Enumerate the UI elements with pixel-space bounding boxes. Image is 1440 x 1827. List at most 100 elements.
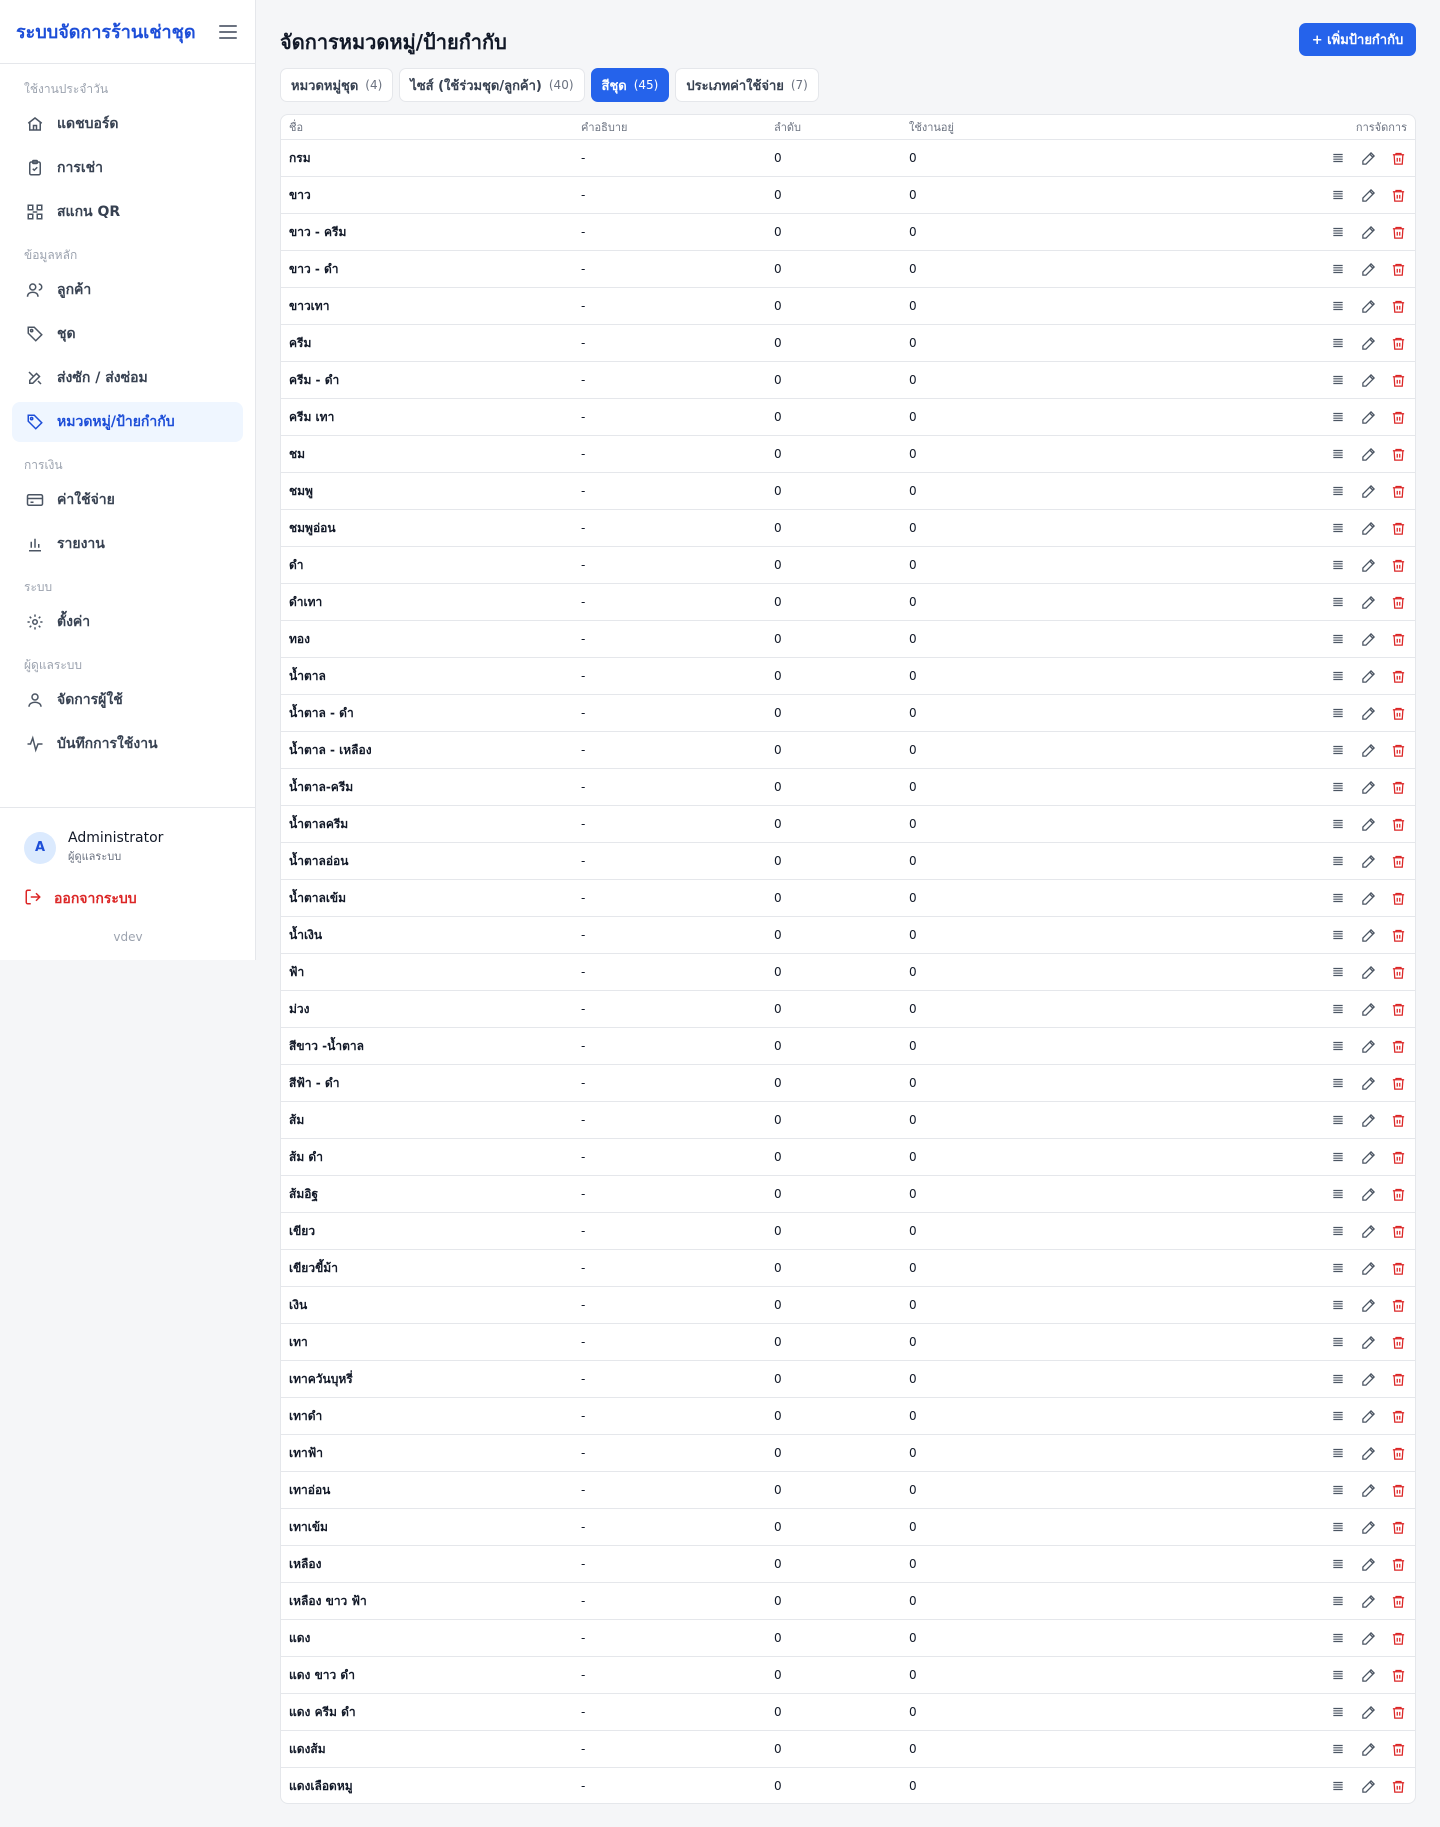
edit-icon[interactable] bbox=[1359, 1481, 1377, 1499]
drag-handle-icon[interactable] bbox=[1329, 593, 1347, 611]
edit-icon[interactable] bbox=[1359, 1629, 1377, 1647]
drag-handle-icon[interactable] bbox=[1329, 1629, 1347, 1647]
sidebar-item-scan-qr[interactable]: สแกน QR bbox=[12, 192, 243, 232]
drag-handle-icon[interactable] bbox=[1329, 1296, 1347, 1314]
drag-handle-icon[interactable] bbox=[1329, 1703, 1347, 1721]
delete-icon[interactable] bbox=[1389, 630, 1407, 648]
edit-icon[interactable] bbox=[1359, 926, 1377, 944]
delete-icon[interactable] bbox=[1389, 408, 1407, 426]
drag-handle-icon[interactable] bbox=[1329, 889, 1347, 907]
delete-icon[interactable] bbox=[1389, 963, 1407, 981]
delete-icon[interactable] bbox=[1389, 1259, 1407, 1277]
edit-icon[interactable] bbox=[1359, 223, 1377, 241]
drag-handle-icon[interactable] bbox=[1329, 223, 1347, 241]
delete-icon[interactable] bbox=[1389, 1444, 1407, 1462]
edit-icon[interactable] bbox=[1359, 593, 1377, 611]
edit-icon[interactable] bbox=[1359, 1074, 1377, 1092]
drag-handle-icon[interactable] bbox=[1329, 815, 1347, 833]
drag-handle-icon[interactable] bbox=[1329, 926, 1347, 944]
drag-handle-icon[interactable] bbox=[1329, 371, 1347, 389]
delete-icon[interactable] bbox=[1389, 186, 1407, 204]
sidebar-item-settings[interactable]: ตั้งค่า bbox=[12, 602, 243, 642]
edit-icon[interactable] bbox=[1359, 482, 1377, 500]
delete-icon[interactable] bbox=[1389, 445, 1407, 463]
sidebar-item-rentals[interactable]: การเช่า bbox=[12, 148, 243, 188]
delete-icon[interactable] bbox=[1389, 1222, 1407, 1240]
edit-icon[interactable] bbox=[1359, 1333, 1377, 1351]
drag-handle-icon[interactable] bbox=[1329, 963, 1347, 981]
delete-icon[interactable] bbox=[1389, 1148, 1407, 1166]
logout-button[interactable]: ออกจากระบบ bbox=[24, 888, 137, 910]
edit-icon[interactable] bbox=[1359, 1444, 1377, 1462]
delete-icon[interactable] bbox=[1389, 1740, 1407, 1758]
delete-icon[interactable] bbox=[1389, 852, 1407, 870]
drag-handle-icon[interactable] bbox=[1329, 1407, 1347, 1425]
delete-icon[interactable] bbox=[1389, 667, 1407, 685]
drag-handle-icon[interactable] bbox=[1329, 741, 1347, 759]
drag-handle-icon[interactable] bbox=[1329, 1555, 1347, 1573]
sidebar-item-expenses[interactable]: ค่าใช้จ่าย bbox=[12, 480, 243, 520]
edit-icon[interactable] bbox=[1359, 1185, 1377, 1203]
drag-handle-icon[interactable] bbox=[1329, 408, 1347, 426]
edit-icon[interactable] bbox=[1359, 778, 1377, 796]
edit-icon[interactable] bbox=[1359, 1037, 1377, 1055]
delete-icon[interactable] bbox=[1389, 556, 1407, 574]
edit-icon[interactable] bbox=[1359, 852, 1377, 870]
tab-sizes[interactable]: ไซส์ (ใช้ร่วมชุด/ลูกค้า) (40) bbox=[399, 68, 585, 102]
delete-icon[interactable] bbox=[1389, 1185, 1407, 1203]
edit-icon[interactable] bbox=[1359, 741, 1377, 759]
edit-icon[interactable] bbox=[1359, 371, 1377, 389]
drag-handle-icon[interactable] bbox=[1329, 445, 1347, 463]
delete-icon[interactable] bbox=[1389, 1333, 1407, 1351]
drag-handle-icon[interactable] bbox=[1329, 852, 1347, 870]
drag-handle-icon[interactable] bbox=[1329, 334, 1347, 352]
drag-handle-icon[interactable] bbox=[1329, 1111, 1347, 1129]
edit-icon[interactable] bbox=[1359, 889, 1377, 907]
drag-handle-icon[interactable] bbox=[1329, 630, 1347, 648]
delete-icon[interactable] bbox=[1389, 1592, 1407, 1610]
drag-handle-icon[interactable] bbox=[1329, 1185, 1347, 1203]
delete-icon[interactable] bbox=[1389, 223, 1407, 241]
drag-handle-icon[interactable] bbox=[1329, 1074, 1347, 1092]
drag-handle-icon[interactable] bbox=[1329, 556, 1347, 574]
delete-icon[interactable] bbox=[1389, 1074, 1407, 1092]
delete-icon[interactable] bbox=[1389, 778, 1407, 796]
edit-icon[interactable] bbox=[1359, 815, 1377, 833]
delete-icon[interactable] bbox=[1389, 260, 1407, 278]
delete-icon[interactable] bbox=[1389, 149, 1407, 167]
delete-icon[interactable] bbox=[1389, 1037, 1407, 1055]
drag-handle-icon[interactable] bbox=[1329, 1259, 1347, 1277]
edit-icon[interactable] bbox=[1359, 1407, 1377, 1425]
sidebar-item-dashboard[interactable]: แดชบอร์ด bbox=[12, 104, 243, 144]
delete-icon[interactable] bbox=[1389, 1111, 1407, 1129]
delete-icon[interactable] bbox=[1389, 1407, 1407, 1425]
drag-handle-icon[interactable] bbox=[1329, 1666, 1347, 1684]
drag-handle-icon[interactable] bbox=[1329, 1148, 1347, 1166]
drag-handle-icon[interactable] bbox=[1329, 1481, 1347, 1499]
delete-icon[interactable] bbox=[1389, 371, 1407, 389]
edit-icon[interactable] bbox=[1359, 260, 1377, 278]
drag-handle-icon[interactable] bbox=[1329, 186, 1347, 204]
drag-handle-icon[interactable] bbox=[1329, 1444, 1347, 1462]
drag-handle-icon[interactable] bbox=[1329, 1370, 1347, 1388]
edit-icon[interactable] bbox=[1359, 186, 1377, 204]
delete-icon[interactable] bbox=[1389, 926, 1407, 944]
drag-handle-icon[interactable] bbox=[1329, 1222, 1347, 1240]
sidebar-item-customers[interactable]: ลูกค้า bbox=[12, 270, 243, 310]
edit-icon[interactable] bbox=[1359, 1148, 1377, 1166]
menu-toggle-icon[interactable] bbox=[219, 24, 237, 39]
tab-outfit-colors[interactable]: สีชุด (45) bbox=[590, 68, 670, 102]
delete-icon[interactable] bbox=[1389, 1370, 1407, 1388]
edit-icon[interactable] bbox=[1359, 445, 1377, 463]
edit-icon[interactable] bbox=[1359, 630, 1377, 648]
drag-handle-icon[interactable] bbox=[1329, 1740, 1347, 1758]
delete-icon[interactable] bbox=[1389, 1000, 1407, 1018]
delete-icon[interactable] bbox=[1389, 519, 1407, 537]
sidebar-item-reports[interactable]: รายงาน bbox=[12, 524, 243, 564]
sidebar-item-user-management[interactable]: จัดการผู้ใช้ bbox=[12, 680, 243, 720]
drag-handle-icon[interactable] bbox=[1329, 1518, 1347, 1536]
delete-icon[interactable] bbox=[1389, 334, 1407, 352]
edit-icon[interactable] bbox=[1359, 297, 1377, 315]
edit-icon[interactable] bbox=[1359, 1703, 1377, 1721]
drag-handle-icon[interactable] bbox=[1329, 667, 1347, 685]
